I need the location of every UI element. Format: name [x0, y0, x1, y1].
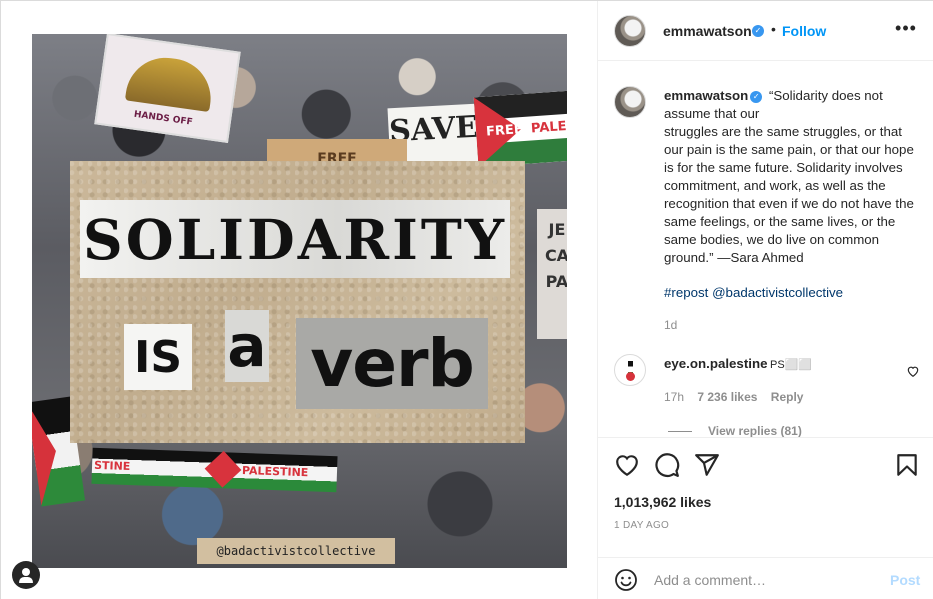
protest-sign-free-text: FREE [485, 122, 524, 140]
cutout-verb: verb [296, 318, 488, 409]
more-options-icon[interactable]: ••• [894, 18, 918, 42]
comment-age: 17h [664, 390, 685, 404]
post-dialog: HANDS OFF SAVE FREE PALES FREE JE CA PA … [0, 0, 933, 599]
comment-bubble-icon[interactable] [654, 452, 680, 478]
save-bookmark-icon[interactable] [894, 452, 920, 478]
caption-tags: #repost @badactivistcollective [664, 285, 843, 300]
cutout-a: a [225, 310, 269, 382]
verified-badge-icon: ✓ [752, 25, 764, 37]
post-header: emmawatson ✓ • Follow ••• [598, 1, 933, 61]
comment-input[interactable] [654, 570, 874, 590]
add-comment-bar: Post [598, 557, 933, 599]
comment-reply-button[interactable]: Reply [771, 390, 804, 404]
dome-illustration [124, 52, 216, 113]
cutout-solidarity: SOLIDARITY [80, 200, 510, 278]
banner-right-text: PALESTINE [241, 463, 309, 480]
follow-button[interactable]: Follow [782, 23, 826, 39]
banner-left-text: STINE [93, 458, 131, 474]
post-actions: 1,013,962 likes 1 DAY AGO Post [598, 437, 933, 599]
protest-sign-dome: HANDS OFF [94, 34, 241, 143]
caption-age: 1d [664, 318, 678, 332]
like-heart-icon[interactable] [614, 452, 640, 478]
verified-badge-icon: ✓ [750, 91, 763, 103]
comment-likes[interactable]: 7 236 likes [697, 390, 757, 404]
protest-sign-free-palestine: FREE PALES [473, 90, 567, 168]
hashtag-repost[interactable]: #repost [664, 285, 708, 300]
protest-sign-side: JE CA PA [537, 209, 567, 339]
commenter-avatar[interactable] [614, 354, 646, 386]
likes-count[interactable]: 1,013,962 likes [614, 494, 711, 510]
protest-sign-pales-text: PALES [530, 118, 567, 137]
commenter-username[interactable]: eye.on.palestine [664, 356, 767, 371]
image-watermark: @badactivistcollective [197, 538, 395, 564]
comment-text: PS⬜⬜ [770, 359, 813, 371]
caption: emmawatson ✓ “Solidarity does not assume … [664, 87, 920, 267]
author-username[interactable]: emmawatson [663, 23, 752, 39]
protest-sign-dome-text: HANDS OFF [133, 109, 194, 128]
header-separator: • [771, 21, 776, 37]
solidarity-cardboard: SOLIDARITY IS a verb [70, 161, 525, 443]
comment-like-heart-icon[interactable] [906, 364, 920, 378]
media-area: HANDS OFF SAVE FREE PALES FREE JE CA PA … [1, 1, 598, 599]
caption-username[interactable]: emmawatson [664, 88, 748, 103]
post-sidebar: emmawatson ✓ • Follow ••• emmawatson ✓ “S… [598, 1, 933, 599]
cutout-is: IS [124, 324, 192, 390]
comments-section[interactable]: emmawatson ✓ “Solidarity does not assume … [598, 62, 933, 437]
post-comment-button[interactable]: Post [890, 572, 920, 588]
caption-text: “Solidarity does not assume that our str… [664, 88, 914, 265]
banner-diamond [204, 450, 242, 488]
emoji-smile-icon[interactable] [614, 568, 638, 592]
post-image[interactable]: HANDS OFF SAVE FREE PALES FREE JE CA PA … [32, 34, 567, 568]
view-replies-button[interactable]: View replies (81) [668, 424, 802, 437]
caption-avatar[interactable] [614, 86, 646, 118]
author-avatar[interactable] [614, 15, 646, 47]
post-date[interactable]: 1 DAY AGO [614, 520, 669, 531]
palestine-banner: STINE PALESTINE [91, 447, 338, 493]
share-paper-plane-icon[interactable] [694, 452, 720, 478]
comment-meta: 17h 7 236 likes Reply [664, 390, 813, 404]
tagged-users-icon[interactable] [12, 561, 40, 589]
mention-link[interactable]: @badactivistcollective [712, 285, 843, 300]
